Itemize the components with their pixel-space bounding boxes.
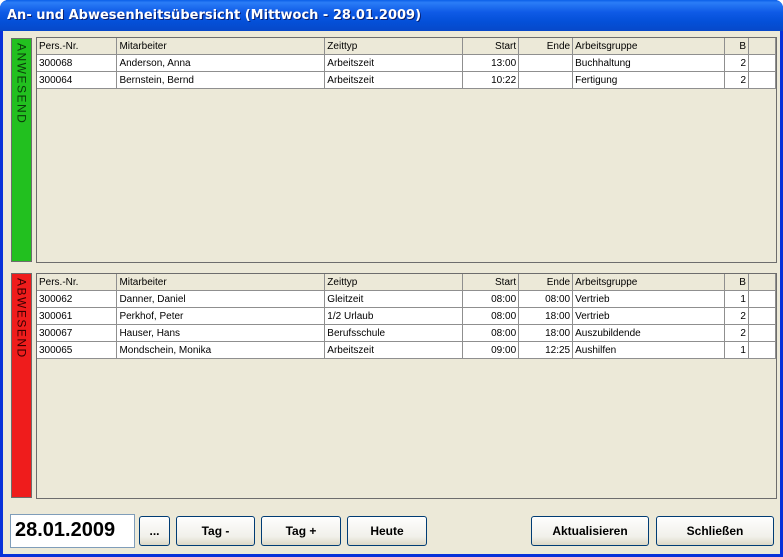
- title-bar[interactable]: An- und Abwesenheitsübersicht (Mittwoch …: [0, 0, 783, 31]
- cell-pers-nr: 300065: [37, 341, 118, 359]
- cell-start: 08:00: [462, 307, 520, 325]
- col-arbeitsgruppe[interactable]: Arbeitsgruppe: [572, 274, 725, 291]
- cell-zeittyp: Berufsschule: [324, 324, 464, 342]
- cell-pers-nr: 300062: [37, 290, 118, 308]
- header-row: Pers.-Nr. Mitarbeiter Zeittyp Start Ende…: [37, 38, 776, 55]
- col-ende[interactable]: Ende: [518, 38, 574, 55]
- cell-start: 13:00: [462, 54, 520, 72]
- col-arbeitsgruppe[interactable]: Arbeitsgruppe: [572, 38, 726, 55]
- client-area: ANWESEND Pers.-Nr. Mitarbeiter Zeittyp S…: [3, 31, 780, 554]
- table-row[interactable]: 300068 Anderson, Anna Arbeitszeit 13:00 Buch…: [37, 54, 776, 72]
- cell-pers-nr: 300067: [37, 324, 118, 342]
- window-title: An- und Abwesenheitsübersicht (Mittwoch …: [7, 8, 422, 23]
- cell-start: 08:00: [462, 324, 520, 342]
- cell-ende: 18:00: [518, 307, 574, 325]
- table-row[interactable]: 300064 Bernstein, Bernd Arbeitszeit 10:22 Fe…: [37, 71, 776, 89]
- col-b[interactable]: B: [724, 38, 749, 55]
- present-indicator: ANWESEND: [11, 38, 32, 262]
- col-ende[interactable]: Ende: [518, 274, 574, 291]
- cell-mitarbeiter: Perkhof, Peter: [116, 307, 326, 325]
- absent-table: Pers.-Nr. Mitarbeiter Zeittyp Start Ende…: [37, 274, 777, 359]
- date-picker-button[interactable]: ...: [139, 516, 170, 546]
- cell-pers-nr: 300061: [37, 307, 118, 325]
- col-start[interactable]: Start: [462, 274, 520, 291]
- cell-pers-nr: 300064: [37, 71, 118, 89]
- absent-grid[interactable]: Pers.-Nr. Mitarbeiter Zeittyp Start Ende…: [36, 273, 777, 499]
- cell-extra: [747, 324, 777, 342]
- next-day-button[interactable]: Tag +: [261, 516, 341, 546]
- header-row: Pers.-Nr. Mitarbeiter Zeittyp Start Ende…: [37, 274, 777, 291]
- cell-arbeitsgruppe: Vertrieb: [572, 307, 725, 325]
- cell-extra: [747, 290, 777, 308]
- cell-start: 10:22: [462, 71, 520, 89]
- col-pers-nr[interactable]: Pers.-Nr.: [37, 274, 118, 291]
- cell-extra: [748, 71, 776, 89]
- col-mitarbeiter[interactable]: Mitarbeiter: [116, 38, 326, 55]
- cell-ende: [518, 54, 574, 72]
- cell-ende: 18:00: [518, 324, 574, 342]
- cell-ende: 12:25: [518, 341, 574, 359]
- cell-start: 09:00: [462, 341, 520, 359]
- col-extra: [748, 38, 776, 55]
- cell-b: 2: [724, 71, 749, 89]
- cell-mitarbeiter: Mondschein, Monika: [116, 341, 326, 359]
- cell-arbeitsgruppe: Fertigung: [572, 71, 726, 89]
- col-mitarbeiter[interactable]: Mitarbeiter: [116, 274, 326, 291]
- col-start[interactable]: Start: [462, 38, 520, 55]
- cell-zeittyp: Arbeitszeit: [324, 71, 464, 89]
- absent-label: ABWESEND: [14, 278, 29, 359]
- cell-mitarbeiter: Hauser, Hans: [116, 324, 326, 342]
- col-zeittyp[interactable]: Zeittyp: [324, 38, 464, 55]
- prev-day-button[interactable]: Tag -: [176, 516, 255, 546]
- cell-zeittyp: Gleitzeit: [324, 290, 464, 308]
- cell-b: 2: [724, 307, 749, 325]
- cell-b: 1: [724, 290, 749, 308]
- cell-zeittyp: Arbeitszeit: [324, 54, 464, 72]
- cell-b: 2: [724, 54, 749, 72]
- cell-extra: [747, 341, 777, 359]
- cell-pers-nr: 300068: [37, 54, 118, 72]
- cell-b: 1: [724, 341, 749, 359]
- table-row[interactable]: 300065 Mondschein, Monika Arbeitszeit 09:00…: [37, 341, 777, 359]
- present-grid[interactable]: Pers.-Nr. Mitarbeiter Zeittyp Start Ende…: [36, 37, 777, 263]
- date-field[interactable]: 28.01.2009: [10, 514, 135, 548]
- present-table: Pers.-Nr. Mitarbeiter Zeittyp Start Ende…: [37, 38, 776, 89]
- today-button[interactable]: Heute: [347, 516, 427, 546]
- cell-arbeitsgruppe: Vertrieb: [572, 290, 725, 308]
- cell-arbeitsgruppe: Buchhaltung: [572, 54, 726, 72]
- cell-extra: [748, 54, 776, 72]
- cell-mitarbeiter: Bernstein, Bernd: [116, 71, 326, 89]
- cell-arbeitsgruppe: Aushilfen: [572, 341, 725, 359]
- cell-zeittyp: 1/2 Urlaub: [324, 307, 464, 325]
- close-button[interactable]: Schließen: [656, 516, 774, 546]
- cell-mitarbeiter: Anderson, Anna: [116, 54, 326, 72]
- col-pers-nr[interactable]: Pers.-Nr.: [37, 38, 118, 55]
- refresh-button[interactable]: Aktualisieren: [531, 516, 649, 546]
- cell-start: 08:00: [462, 290, 520, 308]
- cell-ende: [518, 71, 574, 89]
- cell-arbeitsgruppe: Auszubildende: [572, 324, 725, 342]
- cell-zeittyp: Arbeitszeit: [324, 341, 464, 359]
- cell-mitarbeiter: Danner, Daniel: [116, 290, 326, 308]
- cell-b: 2: [724, 324, 749, 342]
- table-row[interactable]: 300061 Perkhof, Peter 1/2 Urlaub 08:00 18:00…: [37, 307, 777, 325]
- cell-ende: 08:00: [518, 290, 574, 308]
- app-window: An- und Abwesenheitsübersicht (Mittwoch …: [0, 0, 783, 557]
- col-b[interactable]: B: [724, 274, 749, 291]
- absent-indicator: ABWESEND: [11, 273, 32, 498]
- table-row[interactable]: 300062 Danner, Daniel Gleitzeit 08:00 08:00 V…: [37, 290, 777, 308]
- cell-extra: [747, 307, 777, 325]
- col-zeittyp[interactable]: Zeittyp: [324, 274, 464, 291]
- table-row[interactable]: 300067 Hauser, Hans Berufsschule 08:00 18:00…: [37, 324, 777, 342]
- col-extra: [747, 274, 777, 291]
- present-label: ANWESEND: [14, 43, 29, 125]
